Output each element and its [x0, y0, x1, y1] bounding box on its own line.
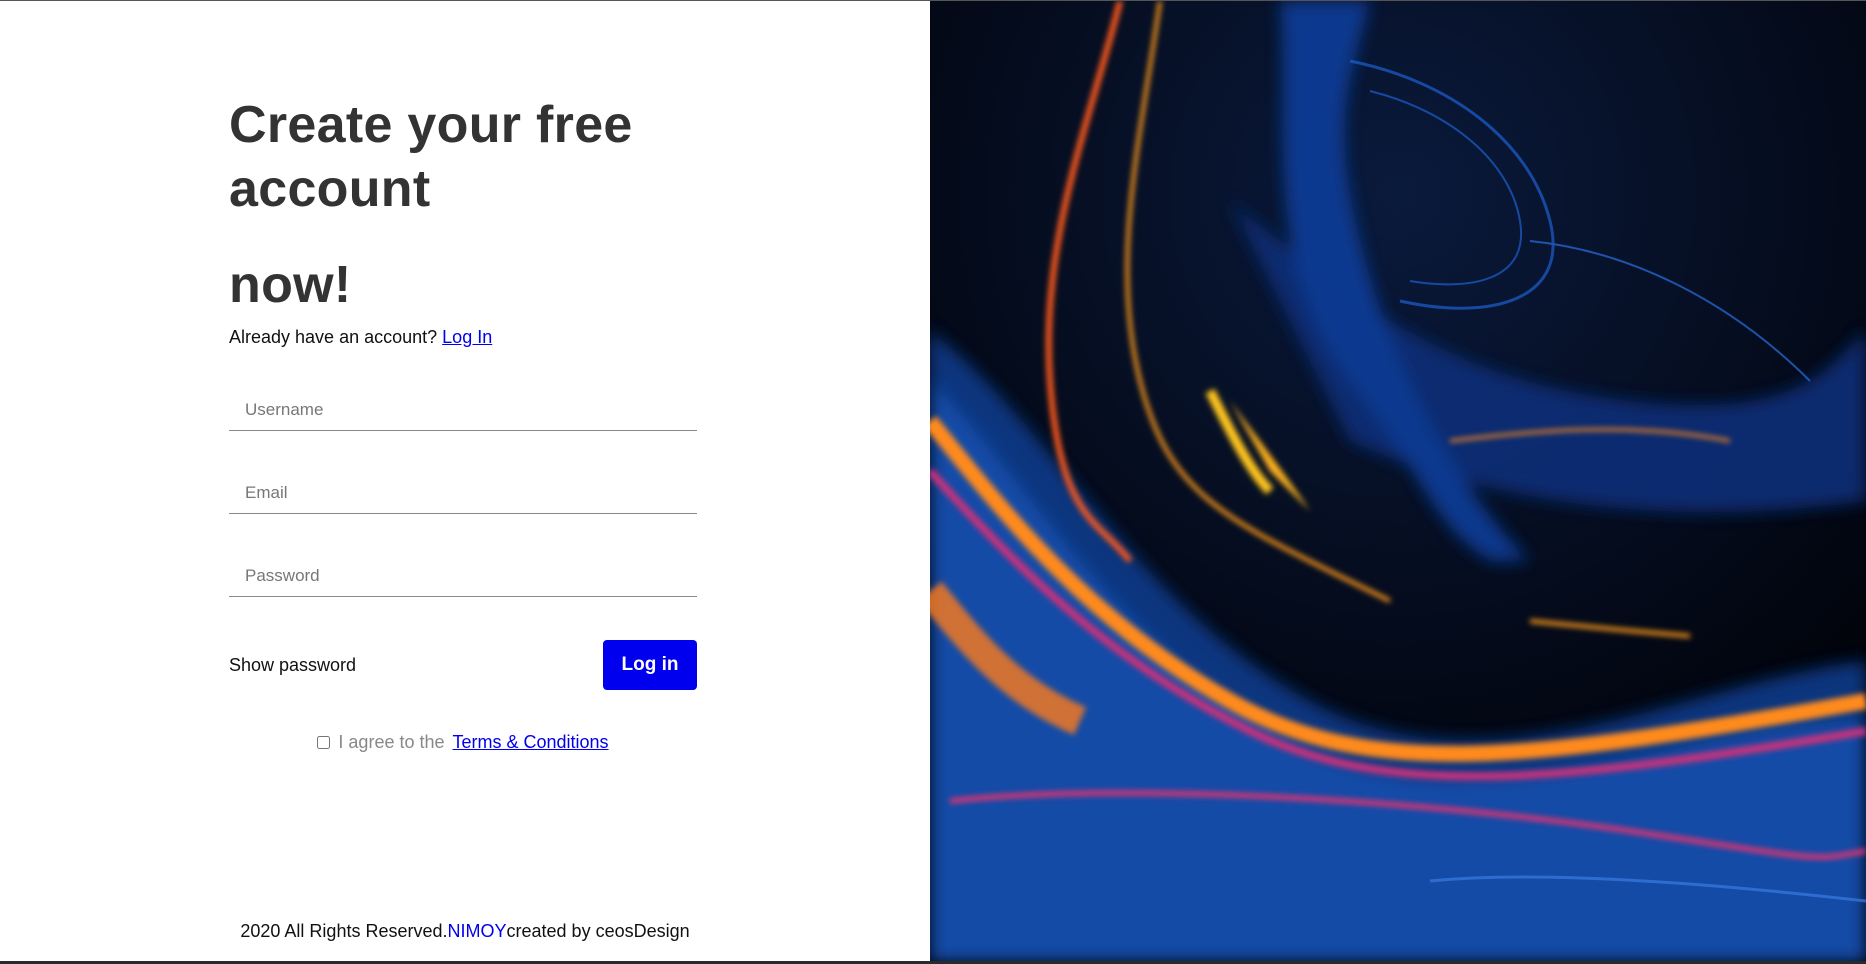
form-panel: Create your free account now! Already ha…	[0, 1, 930, 961]
login-prompt: Already have an account? Log In	[229, 327, 697, 348]
fluid-art-image	[930, 1, 1866, 961]
footer-brand: NIMOY	[447, 921, 507, 941]
password-input[interactable]	[229, 560, 697, 597]
footer-prefix: 2020 All Rights Reserved.	[240, 921, 448, 941]
footer-suffix: created by ceosDesign	[506, 921, 690, 941]
show-password-toggle[interactable]: Show password	[229, 655, 356, 676]
signup-page: Create your free account now! Already ha…	[0, 0, 1866, 961]
hero-artwork	[930, 1, 1866, 961]
terms-link[interactable]: Terms & Conditions	[453, 732, 609, 753]
login-button[interactable]: Log in	[603, 640, 697, 690]
signup-form: Create your free account now! Already ha…	[229, 93, 697, 753]
form-actions: Show password Log in	[229, 640, 697, 690]
page-title: Create your free account now!	[229, 93, 697, 317]
title-line-3: now!	[229, 256, 352, 314]
terms-checkbox[interactable]	[317, 736, 331, 749]
username-input[interactable]	[229, 394, 697, 431]
login-prompt-text: Already have an account?	[229, 327, 438, 347]
password-field-wrap	[229, 560, 697, 597]
terms-text: I agree to the	[338, 732, 445, 752]
email-input[interactable]	[229, 477, 697, 514]
terms-agreement: I agree to the Terms & Conditions	[229, 732, 697, 753]
username-field-wrap	[229, 394, 697, 431]
title-line-1: Create your free	[229, 96, 633, 154]
title-line-2: account	[229, 160, 431, 218]
footer: 2020 All Rights Reserved.NIMOYcreated by…	[0, 921, 930, 942]
login-link[interactable]: Log In	[442, 327, 492, 347]
email-field-wrap	[229, 477, 697, 514]
